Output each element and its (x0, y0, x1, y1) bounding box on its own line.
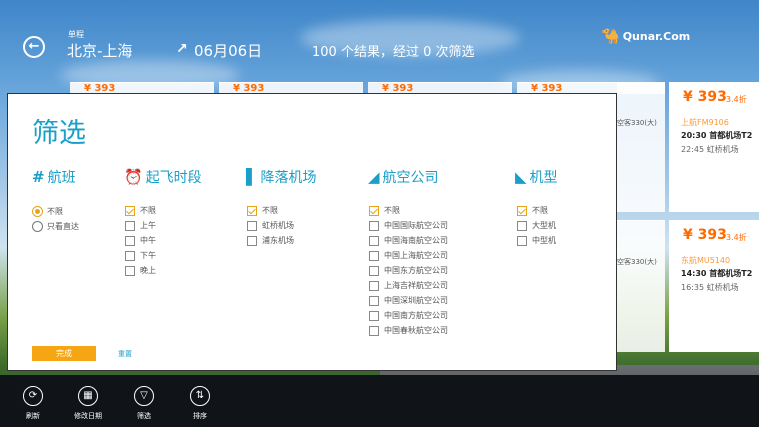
checkbox-option[interactable]: 不限 (247, 205, 278, 216)
radio-option[interactable]: 只看直达 (32, 221, 79, 232)
checkbox-option[interactable]: 大型机 (517, 220, 556, 231)
checkbox-option[interactable]: 晚上 (125, 265, 156, 276)
qunar-logo: 🐪 Qunar.Com (601, 27, 691, 45)
sort-icon: ⇅ (190, 386, 210, 406)
checkbox-option[interactable]: 中国东方航空公司 (369, 265, 448, 276)
filter-heading-time: ⏰ 起飞时段 (124, 168, 202, 186)
checkbox[interactable] (517, 220, 527, 231)
plane-icon: ◣ (515, 168, 527, 186)
checkbox[interactable] (369, 325, 379, 336)
checkbox-option[interactable]: 不限 (369, 205, 400, 216)
filter-heading-aircraft: ◣ 机型 (515, 168, 558, 186)
checkbox[interactable] (369, 235, 379, 246)
departure-info: 14:30 首都机场T2 (681, 269, 753, 278)
checkbox[interactable] (247, 205, 257, 216)
checkbox-option[interactable]: 中国海南航空公司 (369, 235, 448, 246)
checkbox[interactable] (125, 235, 135, 246)
checkbox[interactable] (125, 250, 135, 261)
checkbox-option[interactable]: 上午 (125, 220, 156, 231)
app-bar: ⟳ 刷新 ▦ 修改日期 ▽ 筛选 ⇅ 排序 (0, 375, 759, 427)
discount-label: 3.4折 (726, 95, 747, 104)
hash-icon: # (32, 168, 45, 186)
camel-icon: 🐪 (601, 27, 620, 45)
flight-price: ¥ 393 (683, 227, 727, 243)
filter-title: 筛选 (32, 118, 86, 149)
checkbox-option[interactable]: 中午 (125, 235, 156, 246)
checkbox[interactable] (369, 220, 379, 231)
results-summary: 100 个结果，经过 0 次筛选 (312, 45, 475, 60)
aircraft-type-peek: 空客330(大) (617, 258, 657, 266)
departure-arrow-icon: ↗ (176, 41, 188, 57)
checkbox[interactable] (369, 310, 379, 321)
flight-card[interactable]: ¥ 393 3.4折 上航FM9106 20:30 首都机场T2 22:45 虹… (669, 82, 759, 212)
back-button[interactable]: ← (23, 36, 45, 58)
checkbox-option[interactable]: 下午 (125, 250, 156, 261)
checkbox-option[interactable]: 中国深圳航空公司 (369, 295, 448, 306)
checkbox[interactable] (125, 265, 135, 276)
checkbox[interactable] (369, 280, 379, 291)
checkbox[interactable] (369, 205, 379, 216)
arrival-info: 16:35 虹桥机场 (681, 283, 739, 292)
done-button[interactable]: 完成 (32, 346, 96, 361)
refresh-icon: ⟳ (23, 386, 43, 406)
alarm-clock-icon: ⏰ (124, 168, 143, 186)
checkbox-option[interactable]: 浦东机场 (247, 235, 294, 246)
flight-price: ¥ 393 (683, 89, 727, 105)
checkbox-option[interactable]: 中型机 (517, 235, 556, 246)
checkbox-option[interactable]: 不限 (125, 205, 156, 216)
trip-type-label: 单程 (68, 30, 84, 39)
reset-link[interactable]: 重置 (118, 349, 132, 359)
checkbox-option[interactable]: 虹桥机场 (247, 220, 294, 231)
route-title: 北京-上海 (67, 42, 133, 60)
checkbox-option[interactable]: 中国南方航空公司 (369, 310, 448, 321)
filter-panel: 筛选 # 航班 不限 只看直达 ⏰ 起飞时段 不限 上午 中午 下午 晚上 ▌ … (7, 93, 617, 371)
filter-heading-airport: ▌ 降落机场 (246, 168, 317, 186)
radio-option[interactable]: 不限 (32, 206, 63, 217)
checkbox-option[interactable]: 中国春秋航空公司 (369, 325, 448, 336)
flight-card[interactable]: ¥ 393 3.4折 东航MU5140 14:30 首都机场T2 16:35 虹… (669, 220, 759, 352)
flight-card-edge[interactable] (617, 220, 665, 352)
checkbox[interactable] (517, 205, 527, 216)
departure-info: 20:30 首都机场T2 (681, 131, 753, 140)
filter-heading-flight: # 航班 (32, 168, 76, 186)
calendar-icon: ▦ (78, 386, 98, 406)
checkbox-option[interactable]: 中国国际航空公司 (369, 220, 448, 231)
flight-number: 东航MU5140 (681, 256, 731, 265)
checkbox[interactable] (369, 250, 379, 261)
checkbox[interactable] (369, 295, 379, 306)
back-arrow-icon: ← (28, 39, 40, 54)
flight-number: 上航FM9106 (681, 118, 729, 127)
checkbox[interactable] (247, 220, 257, 231)
filter-icon: ▽ (134, 386, 154, 406)
sort-button[interactable]: ⇅ 排序 (180, 386, 220, 421)
landing-icon: ▌ (246, 168, 258, 186)
discount-label: 3.4折 (726, 233, 747, 242)
checkbox[interactable] (369, 265, 379, 276)
filter-button[interactable]: ▽ 筛选 (124, 386, 164, 421)
refresh-button[interactable]: ⟳ 刷新 (13, 386, 53, 421)
airline-tail-icon: ◢ (368, 168, 380, 186)
aircraft-type-peek: 空客330(大) (617, 119, 657, 127)
flight-card-edge[interactable] (617, 82, 665, 212)
checkbox[interactable] (125, 220, 135, 231)
checkbox[interactable] (517, 235, 527, 246)
filter-heading-airline: ◢ 航空公司 (368, 168, 439, 186)
radio-button[interactable] (32, 206, 43, 217)
checkbox-option[interactable]: 中国上海航空公司 (369, 250, 448, 261)
checkbox-option[interactable]: 上海吉祥航空公司 (369, 280, 448, 291)
checkbox-option[interactable]: 不限 (517, 205, 548, 216)
checkbox[interactable] (125, 205, 135, 216)
change-date-button[interactable]: ▦ 修改日期 (68, 386, 108, 421)
travel-date: 06月06日 (194, 42, 263, 60)
checkbox[interactable] (247, 235, 257, 246)
radio-button[interactable] (32, 221, 43, 232)
arrival-info: 22:45 虹桥机场 (681, 145, 739, 154)
